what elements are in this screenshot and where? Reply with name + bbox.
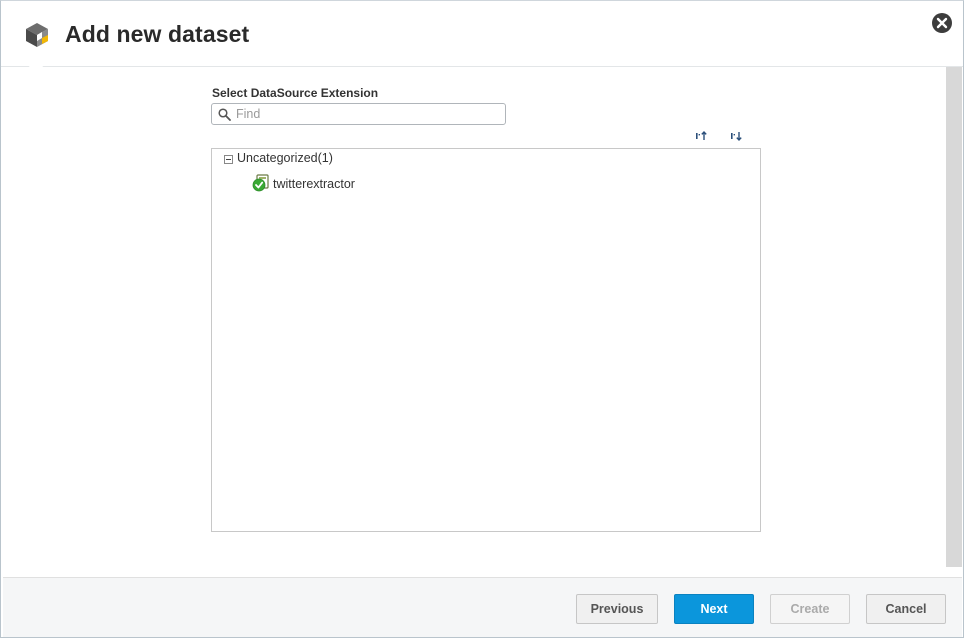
datasource-extension-label: Select DataSource Extension: [212, 86, 379, 100]
create-button: Create: [770, 594, 850, 624]
cube-logo-icon: [26, 23, 48, 47]
search-field[interactable]: [211, 103, 506, 125]
sort-ascending-icon[interactable]: [695, 129, 709, 143]
extension-check-icon: [252, 174, 269, 192]
previous-button[interactable]: Previous: [576, 594, 658, 624]
close-icon: [936, 17, 948, 29]
dialog-title: Add new dataset: [65, 21, 250, 47]
sort-descending-icon[interactable]: [730, 129, 744, 143]
extension-tree: Uncategorized(1) twitterextractor: [211, 148, 761, 532]
vertical-scrollbar[interactable]: [946, 67, 962, 567]
search-icon: [218, 108, 231, 121]
collapse-toggle-icon[interactable]: [224, 155, 233, 164]
tree-category-uncategorized[interactable]: Uncategorized(1): [237, 151, 333, 165]
close-button[interactable]: [932, 13, 952, 33]
dialog-header: Add new dataset: [1, 1, 963, 67]
next-button[interactable]: Next: [674, 594, 754, 624]
search-input[interactable]: [236, 106, 498, 122]
tree-item-twitterextractor[interactable]: twitterextractor: [273, 177, 355, 191]
add-dataset-dialog: Add new dataset Select DataSource Extens…: [0, 0, 964, 638]
cancel-button[interactable]: Cancel: [866, 594, 946, 624]
